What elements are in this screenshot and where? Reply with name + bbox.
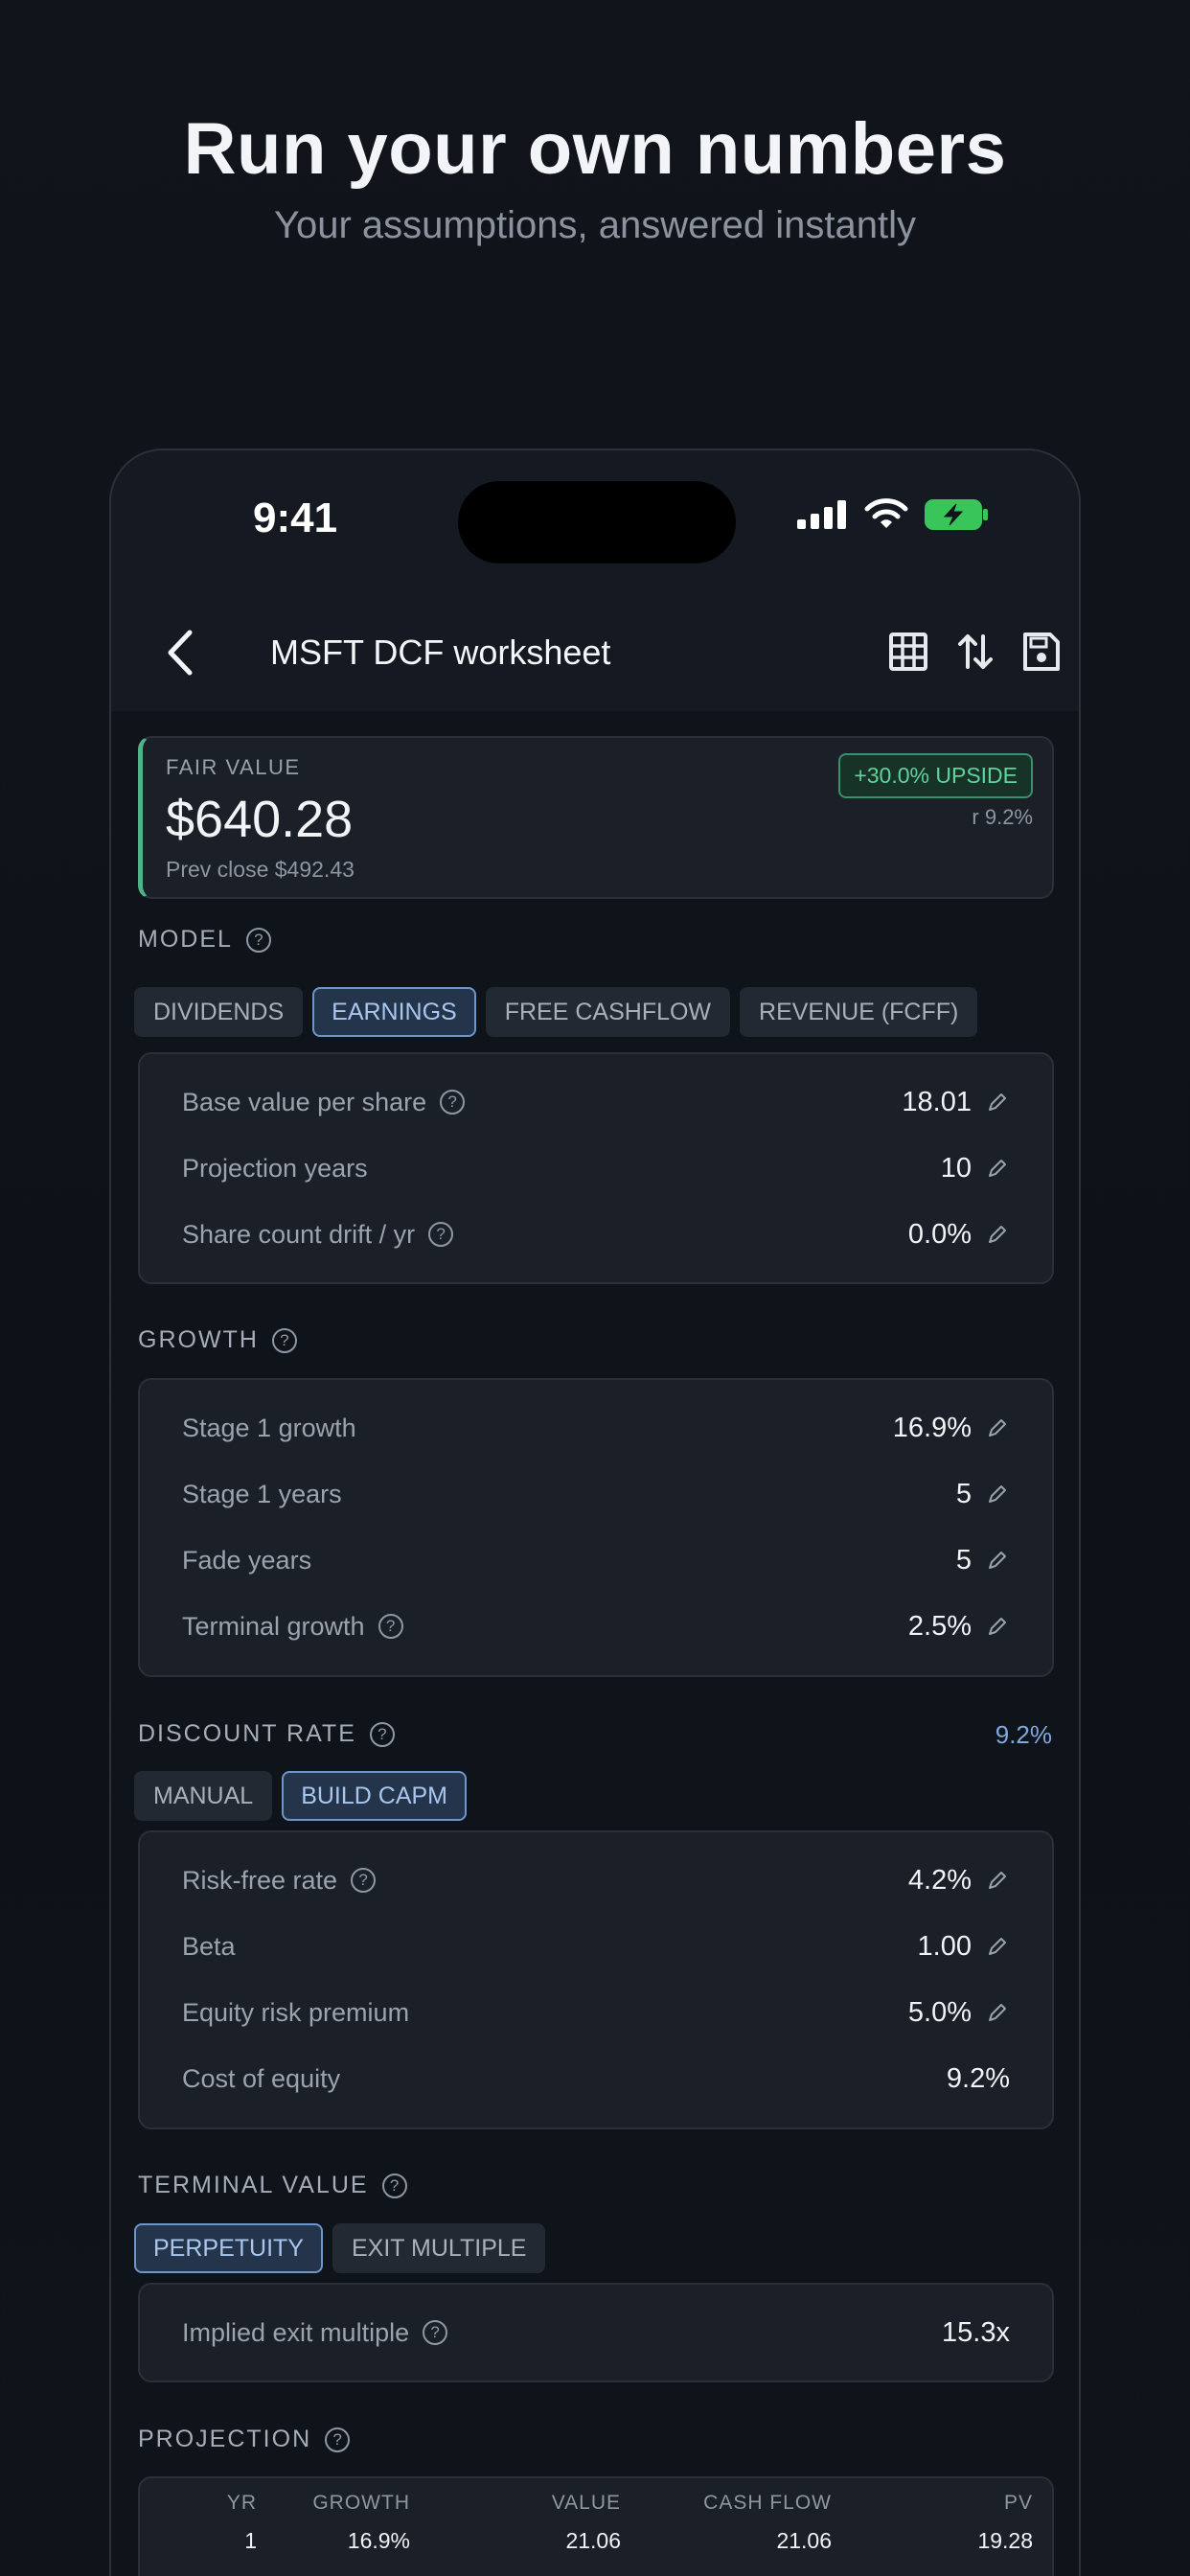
discount-section-title: DISCOUNT RATE ? bbox=[138, 1720, 395, 1748]
help-icon[interactable]: ? bbox=[428, 1222, 454, 1247]
pencil-icon[interactable] bbox=[985, 1415, 1010, 1440]
col-yr: YR bbox=[226, 2492, 257, 2514]
field-row[interactable]: Equity risk premium 5.0% bbox=[182, 1993, 1010, 2032]
field-label: Base value per share bbox=[182, 1087, 427, 1116]
help-icon[interactable]: ? bbox=[440, 1090, 466, 1115]
col-cash-flow: CASH FLOW bbox=[703, 2492, 832, 2514]
field-value: 10 bbox=[940, 1152, 972, 1184]
cell-pv: 19.28 bbox=[977, 2528, 1033, 2553]
tab-manual[interactable]: MANUAL bbox=[134, 1771, 273, 1821]
pencil-icon[interactable] bbox=[985, 1482, 1010, 1506]
field-value: 5 bbox=[955, 1544, 972, 1576]
tab-exit-multiple[interactable]: EXIT MULTIPLE bbox=[332, 2223, 546, 2273]
help-icon[interactable]: ? bbox=[378, 1614, 403, 1639]
table-header: YR GROWTH VALUE CASH FLOW PV bbox=[140, 2492, 1052, 2517]
projection-table: YR GROWTH VALUE CASH FLOW PV 1 16.9% 21.… bbox=[138, 2476, 1054, 2576]
field-row[interactable]: Stage 1 growth 16.9% bbox=[182, 1409, 1010, 1447]
field-label: Share count drift / yr bbox=[182, 1219, 416, 1249]
field-value: 9.2% bbox=[946, 2062, 1010, 2094]
cell-cash-flow: 21.06 bbox=[776, 2528, 832, 2553]
help-icon[interactable]: ? bbox=[369, 1721, 395, 1747]
field-row-readonly: Implied exit multiple? 15.3x bbox=[182, 2313, 1010, 2352]
field-label: Terminal growth bbox=[182, 1611, 365, 1641]
discount-rate-value: 9.2% bbox=[995, 1720, 1052, 1749]
cell-growth: 16.9% bbox=[347, 2528, 410, 2553]
pencil-icon[interactable] bbox=[985, 1548, 1010, 1573]
growth-card: Stage 1 growth 16.9% Stage 1 years 5 Fad… bbox=[138, 1378, 1054, 1677]
pencil-icon[interactable] bbox=[985, 1614, 1010, 1639]
pencil-icon[interactable] bbox=[985, 1222, 1010, 1247]
help-icon[interactable]: ? bbox=[381, 2173, 407, 2198]
field-row[interactable]: Share count drift / yr? 0.0% bbox=[182, 1215, 1010, 1254]
col-growth: GROWTH bbox=[312, 2492, 410, 2514]
pencil-icon[interactable] bbox=[985, 1090, 1010, 1115]
field-label: Stage 1 years bbox=[182, 1479, 342, 1508]
field-label: Cost of equity bbox=[182, 2063, 341, 2093]
field-row[interactable]: Beta 1.00 bbox=[182, 1927, 1010, 1966]
help-icon[interactable]: ? bbox=[423, 2320, 448, 2345]
field-label: Risk-free rate bbox=[182, 1865, 338, 1895]
growth-section-title: GROWTH ? bbox=[138, 1326, 297, 1354]
field-row[interactable]: Risk-free rate? 4.2% bbox=[182, 1861, 1010, 1899]
field-label: Equity risk premium bbox=[182, 1997, 410, 2027]
pencil-icon[interactable] bbox=[985, 1868, 1010, 1893]
field-label: Fade years bbox=[182, 1545, 312, 1575]
field-label: Implied exit multiple bbox=[182, 2317, 410, 2347]
discount-card: Risk-free rate? 4.2% Beta 1.00 Equity ri… bbox=[138, 1830, 1054, 2129]
col-value: VALUE bbox=[551, 2492, 621, 2514]
pencil-icon[interactable] bbox=[985, 2000, 1010, 2025]
discount-title: DISCOUNT RATE bbox=[138, 1720, 356, 1747]
field-row[interactable]: Base value per share? 18.01 bbox=[182, 1083, 1010, 1121]
discount-tabs: MANUAL BUILD CAPM bbox=[134, 1771, 467, 1821]
terminal-tabs: PERPETUITY EXIT MULTIPLE bbox=[134, 2223, 546, 2273]
terminal-title: TERMINAL VALUE bbox=[138, 2172, 369, 2198]
cell-yr: 1 bbox=[244, 2528, 257, 2553]
field-value: 0.0% bbox=[907, 1218, 972, 1250]
hero-title: Run your own numbers bbox=[183, 108, 1007, 190]
field-value: 2.5% bbox=[907, 1610, 972, 1642]
projection-title: PROJECTION bbox=[138, 2426, 312, 2452]
pencil-icon[interactable] bbox=[985, 1156, 1010, 1181]
cards-layer: Base value per share? 18.01 Projection y… bbox=[111, 450, 1079, 2576]
field-label: Beta bbox=[182, 1931, 236, 1961]
tab-build-capm[interactable]: BUILD CAPM bbox=[282, 1771, 467, 1821]
tab-perpetuity[interactable]: PERPETUITY bbox=[134, 2223, 323, 2273]
field-row-readonly: Cost of equity 9.2% bbox=[182, 2059, 1010, 2098]
projection-section-title: PROJECTION ? bbox=[138, 2426, 351, 2453]
field-label: Projection years bbox=[182, 1153, 368, 1183]
phone-frame: 9:41 MSFT DCF worksheet FAIR VALUE $640.… bbox=[109, 448, 1081, 2576]
field-value: 1.00 bbox=[917, 1930, 972, 1962]
field-value: 4.2% bbox=[907, 1864, 972, 1896]
terminal-card: Implied exit multiple? 15.3x bbox=[138, 2283, 1054, 2382]
help-icon[interactable]: ? bbox=[351, 1868, 377, 1893]
field-value: 18.01 bbox=[902, 1086, 972, 1117]
hero: Run your own numbers Your assumptions, a… bbox=[0, 107, 1190, 247]
field-label: Stage 1 growth bbox=[182, 1413, 356, 1442]
field-row[interactable]: Terminal growth? 2.5% bbox=[182, 1607, 1010, 1645]
field-value: 15.3x bbox=[942, 2316, 1010, 2348]
growth-title: GROWTH bbox=[138, 1326, 259, 1353]
col-pv: PV bbox=[1003, 2492, 1033, 2514]
table-row: 1 16.9% 21.06 21.06 19.28 bbox=[140, 2528, 1052, 2555]
help-icon[interactable]: ? bbox=[325, 2426, 351, 2452]
field-value: 16.9% bbox=[892, 1412, 972, 1443]
field-value: 5 bbox=[955, 1478, 972, 1509]
field-row[interactable]: Projection years 10 bbox=[182, 1149, 1010, 1187]
hero-subtitle: Your assumptions, answered instantly bbox=[274, 204, 916, 246]
help-icon[interactable]: ? bbox=[271, 1327, 297, 1353]
field-row[interactable]: Fade years 5 bbox=[182, 1541, 1010, 1579]
cell-value: 21.06 bbox=[565, 2528, 621, 2553]
field-value: 5.0% bbox=[907, 1996, 972, 2028]
terminal-section-title: TERMINAL VALUE ? bbox=[138, 2172, 407, 2199]
field-row[interactable]: Stage 1 years 5 bbox=[182, 1475, 1010, 1513]
model-card: Base value per share? 18.01 Projection y… bbox=[138, 1052, 1054, 1284]
pencil-icon[interactable] bbox=[985, 1934, 1010, 1959]
